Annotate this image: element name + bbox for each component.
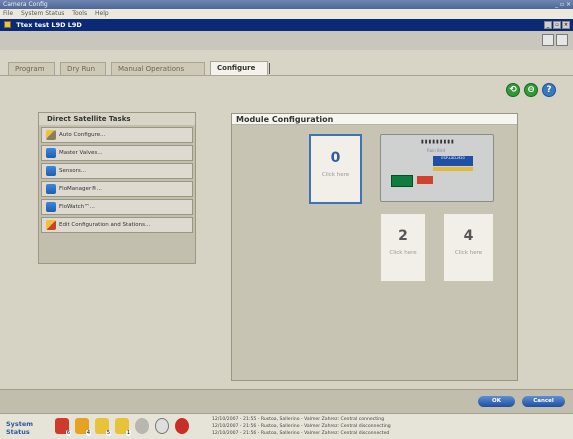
caution-count: 5 [105, 430, 111, 436]
maximize-button[interactable]: ▫ [553, 21, 561, 29]
menu-file[interactable]: File [3, 10, 13, 17]
edit-configuration-button[interactable]: Edit Configuration and Stations... [41, 217, 193, 233]
slot-number: 0 [330, 150, 341, 166]
slot-label: Click here [389, 250, 417, 256]
tab-bar: Program Dry Run Manual Operations Config… [0, 50, 573, 76]
refresh-icon[interactable]: ⟲ [506, 83, 520, 97]
caution-icon[interactable]: 5 [95, 418, 111, 436]
tab-divider [269, 63, 270, 74]
help-tool-icon[interactable] [556, 34, 568, 46]
alarm-icon[interactable]: 6 [55, 418, 71, 436]
tab-manual-operations[interactable]: Manual Operations [111, 62, 205, 75]
flomanager-icon [46, 184, 56, 194]
warning-icon[interactable]: 4 [75, 418, 91, 436]
menu-system-status[interactable]: System Status [21, 10, 64, 17]
slot-number: 4 [463, 228, 474, 244]
log-line: 12/10/2007 - 21:56 - Rustoa, Sallerino -… [212, 431, 390, 436]
ok-button[interactable]: OK [478, 396, 515, 407]
tab-configure[interactable]: Configure [210, 61, 268, 75]
alarm-count: 6 [65, 430, 71, 436]
log-line: 12/10/2007 - 21:55 - Rustoa, Sallerino -… [212, 417, 385, 422]
module-device-image: ▮▮▮▮▮▮▮▮▮ Rain Bird ESP-LXD-M20 [380, 134, 494, 202]
info-icon[interactable]: ? [542, 83, 556, 97]
status-icons: 6 4 5 1 [55, 418, 189, 436]
disabled-icon[interactable] [155, 418, 169, 434]
menu-bar: File System Status Tools Help [0, 9, 573, 19]
tab-dry-run[interactable]: Dry Run [60, 62, 106, 75]
controller-title: Ttex test L9D L9D [16, 21, 82, 29]
flowatch-button[interactable]: FloWatch™... [41, 199, 193, 215]
flomanager-label: FloManager®... [59, 186, 102, 192]
module-slot-0[interactable]: 0 Click here [309, 134, 362, 204]
controller-title-bar: Ttex test L9D L9D _ ▫ × [0, 19, 573, 31]
app-title-bar: Camera Config _ ▫ × [0, 0, 573, 9]
auto-configure-label: Auto Configure... [59, 132, 106, 138]
master-valves-button[interactable]: Master Valves... [41, 145, 193, 161]
sensors-label: Sensors... [59, 168, 86, 174]
sensor-icon [46, 166, 56, 176]
flowatch-label: FloWatch™... [59, 204, 95, 210]
device-circuit [391, 175, 413, 187]
device-brand: Rain Bird [427, 148, 446, 153]
module-slot-2[interactable]: 2 Click here [380, 213, 426, 282]
window-controls[interactable]: _ ▫ × [555, 0, 571, 9]
tab-program[interactable]: Program [8, 62, 55, 75]
flomanager-button[interactable]: FloManager®... [41, 181, 193, 197]
device-switch [417, 176, 433, 184]
rain-icon[interactable] [135, 418, 149, 434]
controller-icon [4, 21, 11, 28]
connect-icon[interactable]: ⊖ [524, 83, 538, 97]
flowatch-icon [46, 202, 56, 212]
module-configuration-title: Module Configuration [232, 114, 517, 125]
valve-icon [46, 148, 56, 158]
direct-satellite-tasks-title: Direct Satellite Tasks [39, 113, 195, 125]
wand-icon [46, 130, 56, 140]
device-module-sublabel [433, 167, 473, 171]
system-status-label: System Status [6, 420, 34, 436]
slot-label: Click here [321, 172, 350, 178]
status-log: 12/10/2007 - 21:55 - Rustoa, Sallerino -… [212, 416, 562, 437]
menu-tools[interactable]: Tools [72, 10, 87, 17]
stop-icon[interactable] [175, 418, 189, 434]
toolstrip [0, 31, 573, 50]
master-valves-label: Master Valves... [59, 150, 103, 156]
pencil-icon [46, 220, 56, 230]
module-slot-4[interactable]: 4 Click here [443, 213, 494, 282]
device-pins: ▮▮▮▮▮▮▮▮▮ [421, 139, 455, 145]
module-configuration-panel: Module Configuration 0 Click here ▮▮▮▮▮▮… [231, 113, 518, 381]
action-buttons: ⟲ ⊖ ? [506, 83, 556, 97]
close-button[interactable]: × [562, 21, 570, 29]
direct-satellite-tasks-panel: Direct Satellite Tasks Auto Configure...… [38, 112, 196, 264]
slot-number: 2 [398, 228, 408, 244]
log-line: 12/10/2007 - 21:56 - Rustoa, Sallerino -… [212, 424, 391, 429]
info-status-icon[interactable]: 1 [115, 418, 131, 436]
cancel-button[interactable]: Cancel [522, 396, 565, 407]
auto-configure-button[interactable]: Auto Configure... [41, 127, 193, 143]
slot-label: Click here [454, 250, 483, 256]
sensors-button[interactable]: Sensors... [41, 163, 193, 179]
controller-window-controls: _ ▫ × [544, 21, 570, 29]
edit-configuration-label: Edit Configuration and Stations... [59, 222, 151, 228]
minimize-button[interactable]: _ [544, 21, 552, 29]
dialog-button-bar: OK Cancel [0, 389, 573, 413]
info-count: 1 [125, 430, 131, 436]
device-module-label: ESP-LXD-M20 [433, 156, 473, 166]
settings-tool-icon[interactable] [542, 34, 554, 46]
system-status-bar: System Status 6 4 5 1 12/10/2007 - 21:55… [0, 413, 573, 439]
app-title: Camera Config [3, 1, 48, 8]
warning-count: 4 [85, 430, 91, 436]
menu-help[interactable]: Help [95, 10, 109, 17]
